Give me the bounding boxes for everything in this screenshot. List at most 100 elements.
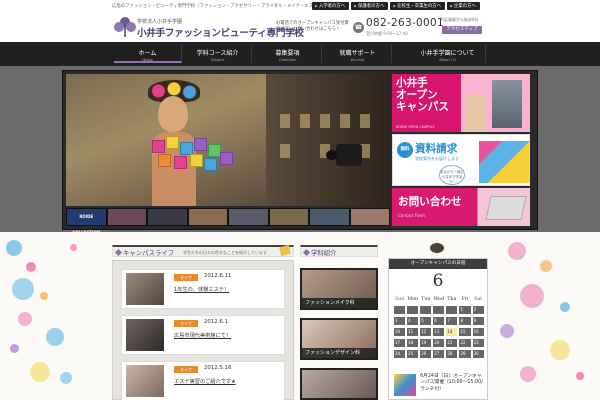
nav-label: 就職サポート (339, 50, 376, 57)
subject-tile[interactable] (300, 368, 378, 400)
nav-about[interactable]: 小井手学園について About Us (410, 45, 486, 63)
calendar-title: オープンキャンパスの日程 (389, 259, 487, 269)
calendar-day[interactable]: 25 (406, 349, 420, 359)
calendar-day[interactable]: 22 (458, 338, 472, 348)
day-name: Wed (433, 297, 445, 302)
nav-sublabel: About Us (439, 58, 456, 62)
calendar-day[interactable]: 13 (432, 327, 446, 337)
calendar-day[interactable]: 27 (432, 349, 446, 359)
calendar-day[interactable]: 29 (458, 349, 472, 359)
link-companies[interactable]: 企業の方へ (447, 2, 480, 10)
speech-bubble: あなたも一緒に小井手で学ぼう！ (439, 165, 465, 185)
calendar-day[interactable]: 12 (419, 327, 433, 337)
calendar-day (406, 305, 420, 315)
calendar-day[interactable]: 28 (445, 349, 459, 359)
calendar-day[interactable]: 16 (471, 327, 485, 337)
calendar-day[interactable]: 23 (471, 338, 485, 348)
link-prospective-students[interactable]: 入学者の方へ (312, 2, 350, 10)
hero-slideshow-image[interactable] (66, 74, 390, 206)
entry-date: 2012.6.11 (204, 273, 232, 279)
entry-thumbnail[interactable] (126, 319, 164, 351)
logo-flower-icon[interactable] (114, 16, 136, 38)
entry-title[interactable]: 広島市現代美術館にて！ (174, 332, 231, 339)
document-request-banner[interactable]: 無料 資料請求 学校案内をお届けします あなたも一緒に小井手で学ぼう！ (392, 134, 530, 186)
link-parents[interactable]: 保護者の方へ (351, 2, 389, 10)
entry-title[interactable]: 1年生の、体験エステ！ (174, 286, 229, 293)
entry-thumbnail[interactable] (126, 273, 164, 305)
subject-fashion-design[interactable]: ファッションデザイン科 (300, 318, 378, 360)
subject-label: ファッションメイク科 (302, 298, 376, 308)
nav-sublabel: Subject (210, 58, 225, 62)
slide-thumb[interactable] (188, 209, 227, 225)
calendar-day[interactable]: 4 (406, 316, 420, 326)
video-camera (326, 144, 362, 166)
list-item[interactable]: ライフ 2012.6.1 広島市現代美術館にて！ (121, 315, 285, 355)
entry-thumbnail[interactable] (126, 365, 164, 397)
nav-label: 募集要項 (275, 50, 300, 57)
nav-home[interactable]: ホーム Home (114, 45, 182, 63)
calendar-day[interactable]: 2 (471, 305, 485, 315)
access-map-button[interactable]: アクセスマップ (442, 26, 482, 34)
calendar-day[interactable]: 24 (393, 349, 407, 359)
list-item[interactable]: ライフ 2012.5.16 エステ実習のご紹介です★ (121, 361, 285, 400)
cube-dress (134, 136, 238, 176)
nav-sublabel: Guideline (278, 58, 297, 62)
nav-recruit[interactable]: 就職サポート Recruit (324, 45, 392, 63)
open-campus-banner[interactable]: 小井手 オープン キャンパス KOIDE OPEN CAMPUS (392, 74, 530, 132)
calendar-day[interactable]: 18 (406, 338, 420, 348)
day-name: Tue (421, 297, 431, 302)
calendar-day[interactable]: 10 (393, 327, 407, 337)
slide-thumb[interactable]: KOIDE COLLECTION (67, 209, 106, 235)
phone-icon: ☎ (353, 22, 364, 33)
free-badge: 無料 (397, 142, 413, 158)
laptop-icon (485, 196, 527, 220)
calendar-day[interactable]: 21 (445, 338, 459, 348)
nav-label: ホーム (138, 50, 157, 57)
event-thumbnail[interactable] (394, 374, 416, 396)
day-name: Mon (407, 297, 419, 302)
subject-fashion-makeup[interactable]: ファッションメイク科 (300, 268, 378, 310)
open-campus-subtitle: KOIDE OPEN CAMPUS (396, 125, 435, 129)
calendar-day[interactable]: 11 (406, 327, 420, 337)
phone-message: お電話でのオープンキャンパス受付資料請求・お問い合わせはこちら！ (276, 21, 349, 32)
calendar-day[interactable]: 3 (393, 316, 407, 326)
contact-banner[interactable]: お問い合わせ Contact Form (392, 188, 530, 226)
calendar-day[interactable]: 20 (432, 338, 446, 348)
calendar-day[interactable]: 8 (458, 316, 472, 326)
subjects-header: 学科紹介 (300, 245, 378, 257)
nav-sublabel: Recruit (350, 58, 365, 62)
nav-guideline[interactable]: 募集要項 Guideline (254, 45, 322, 63)
campus-life-list: ライフ 2012.6.11 1年生の、体験エステ！ ライフ 2012.6.1 広… (112, 260, 294, 400)
open-campus-person (466, 94, 486, 132)
slide-thumb[interactable] (229, 209, 268, 225)
nav-sublabel: Home (142, 58, 153, 62)
list-item[interactable]: ライフ 2012.6.11 1年生の、体験エステ！ (121, 269, 285, 309)
slide-thumb[interactable] (350, 209, 389, 225)
slide-thumb[interactable] (310, 209, 349, 225)
calendar-day[interactable]: 1 (458, 305, 472, 315)
calendar-day (432, 305, 446, 315)
slide-thumb[interactable] (148, 209, 187, 225)
calendar-day[interactable]: 26 (419, 349, 433, 359)
brochure-image (479, 141, 529, 183)
entry-title[interactable]: エステ実習のご紹介です★ (174, 378, 236, 385)
calendar-day[interactable]: 17 (393, 338, 407, 348)
slide-thumb[interactable] (269, 209, 308, 225)
nav-label: 小井手学園について (420, 50, 475, 57)
nav-subject[interactable]: 学科コース紹介 Subject (184, 45, 252, 63)
calendar-day[interactable]: 9 (471, 316, 485, 326)
calendar-day[interactable]: 30 (471, 349, 485, 359)
calendar-day[interactable]: 5 (419, 316, 433, 326)
calendar-day[interactable]: 19 (419, 338, 433, 348)
slide-thumb[interactable] (107, 209, 146, 225)
calendar-event-text[interactable]: 6月24日（日）オープンキャンパス開催（10:00～15:00/ランチ付） (420, 374, 484, 393)
subjects-title: 学科紹介 (311, 249, 337, 257)
calendar-day[interactable]: 14 (445, 327, 459, 337)
link-students-alumni[interactable]: 在校生・卒業生の方へ (390, 2, 446, 10)
entry-date: 2012.6.1 (204, 319, 229, 325)
open-campus-building (492, 80, 522, 128)
calendar-day[interactable]: 7 (445, 316, 459, 326)
calendar-day[interactable]: 15 (458, 327, 472, 337)
phone-number: 082-263-0001 (366, 17, 444, 29)
calendar-day[interactable]: 6 (432, 316, 446, 326)
